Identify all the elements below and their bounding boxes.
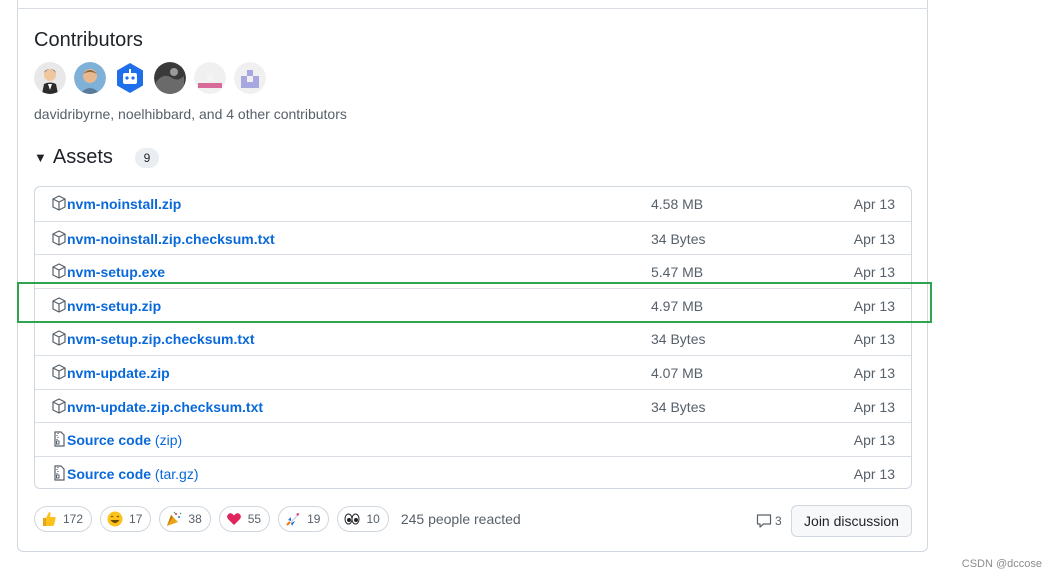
highlight-box xyxy=(17,282,932,323)
reaction-rocket[interactable]: 19 xyxy=(278,506,330,532)
reaction-hooray[interactable]: 38 xyxy=(159,506,211,532)
contributor-avatars xyxy=(34,62,266,94)
asset-date: Apr 13 xyxy=(853,432,895,449)
assets-count-badge: 9 xyxy=(134,147,159,168)
file-zip-icon xyxy=(54,431,65,447)
asset-size: 34 Bytes xyxy=(651,398,706,415)
avatar[interactable] xyxy=(194,62,226,94)
asset-date: Apr 13 xyxy=(853,230,895,247)
package-icon xyxy=(52,364,66,380)
package-icon xyxy=(52,195,66,211)
asset-row: nvm-noinstall.zip.checksum.txt 34 Bytes … xyxy=(35,220,911,255)
contributors-summary: davidribyrne, noelhibbard, and 4 other c… xyxy=(34,106,347,122)
assets-list: nvm-noinstall.zip 4.58 MB Apr 13 nvm-noi… xyxy=(34,186,912,489)
divider xyxy=(17,8,928,9)
asset-row: Source code (tar.gz) Apr 13 xyxy=(35,455,911,488)
asset-size: 34 Bytes xyxy=(651,230,706,247)
asset-size: 4.58 MB xyxy=(651,196,704,212)
package-icon xyxy=(52,263,66,279)
asset-link[interactable]: Source code (zip) xyxy=(67,432,182,448)
reactions-summary: 245 people reacted xyxy=(400,511,521,527)
asset-date: Apr 13 xyxy=(853,465,895,482)
asset-row: nvm-noinstall.zip 4.58 MB Apr 13 xyxy=(35,187,911,221)
assets-heading: Assets xyxy=(52,146,113,168)
asset-link[interactable]: nvm-setup.exe xyxy=(67,264,165,280)
contributors-heading: Contributors xyxy=(34,29,143,51)
join-discussion-button[interactable]: Join discussion xyxy=(791,505,912,537)
file-zip-icon xyxy=(54,465,65,481)
asset-row: nvm-setup.zip.checksum.txt 34 Bytes Apr … xyxy=(35,321,911,355)
asset-size: 34 Bytes xyxy=(651,331,706,348)
watermark: CSDN @dccose xyxy=(961,558,1042,570)
comment-count[interactable]: 3 xyxy=(756,513,782,529)
rocket-icon xyxy=(286,512,300,526)
package-icon xyxy=(52,397,66,414)
caret-down-icon: ▼ xyxy=(34,150,47,165)
avatar[interactable] xyxy=(34,62,66,94)
hooray-icon xyxy=(167,511,182,526)
package-icon xyxy=(52,229,66,246)
asset-date: Apr 13 xyxy=(853,331,895,348)
asset-date: Apr 13 xyxy=(853,264,895,281)
asset-row: nvm-update.zip.checksum.txt 34 Bytes Apr… xyxy=(35,388,911,423)
comment-icon xyxy=(756,514,772,528)
avatar[interactable] xyxy=(114,62,146,94)
reaction-eyes[interactable]: 10 xyxy=(337,506,389,532)
reaction-thumbs-up[interactable]: 172 xyxy=(34,506,93,532)
avatar[interactable] xyxy=(234,62,266,94)
asset-link[interactable]: nvm-noinstall.zip.checksum.txt xyxy=(67,231,275,247)
asset-size: 4.07 MB xyxy=(651,364,704,381)
asset-row: nvm-update.zip 4.07 MB Apr 13 xyxy=(35,354,911,389)
asset-link[interactable]: nvm-noinstall.zip xyxy=(67,196,181,212)
asset-link[interactable]: nvm-update.zip xyxy=(67,365,170,381)
laugh-icon xyxy=(107,511,123,527)
asset-date: Apr 13 xyxy=(853,196,895,212)
eyes-icon xyxy=(344,513,360,525)
asset-link[interactable]: nvm-setup.zip.checksum.txt xyxy=(67,331,255,347)
asset-date: Apr 13 xyxy=(853,364,895,381)
avatar[interactable] xyxy=(154,62,186,94)
assets-toggle[interactable]: ▼ Assets 9 xyxy=(34,146,159,169)
reaction-laugh[interactable]: 17 xyxy=(100,506,152,532)
package-icon xyxy=(52,330,66,346)
thumbs-up-icon xyxy=(43,512,56,526)
asset-link[interactable]: nvm-update.zip.checksum.txt xyxy=(67,399,263,415)
asset-size: 5.47 MB xyxy=(651,264,704,281)
heart-icon xyxy=(226,513,241,525)
asset-row: Source code (zip) Apr 13 xyxy=(35,422,911,456)
asset-link[interactable]: Source code (tar.gz) xyxy=(67,466,199,482)
reactions-bar: 172 17 38 55 19 10 245 people reacted xyxy=(34,506,521,532)
avatar[interactable] xyxy=(74,62,106,94)
asset-date: Apr 13 xyxy=(853,398,895,415)
reaction-heart[interactable]: 55 xyxy=(218,506,271,532)
